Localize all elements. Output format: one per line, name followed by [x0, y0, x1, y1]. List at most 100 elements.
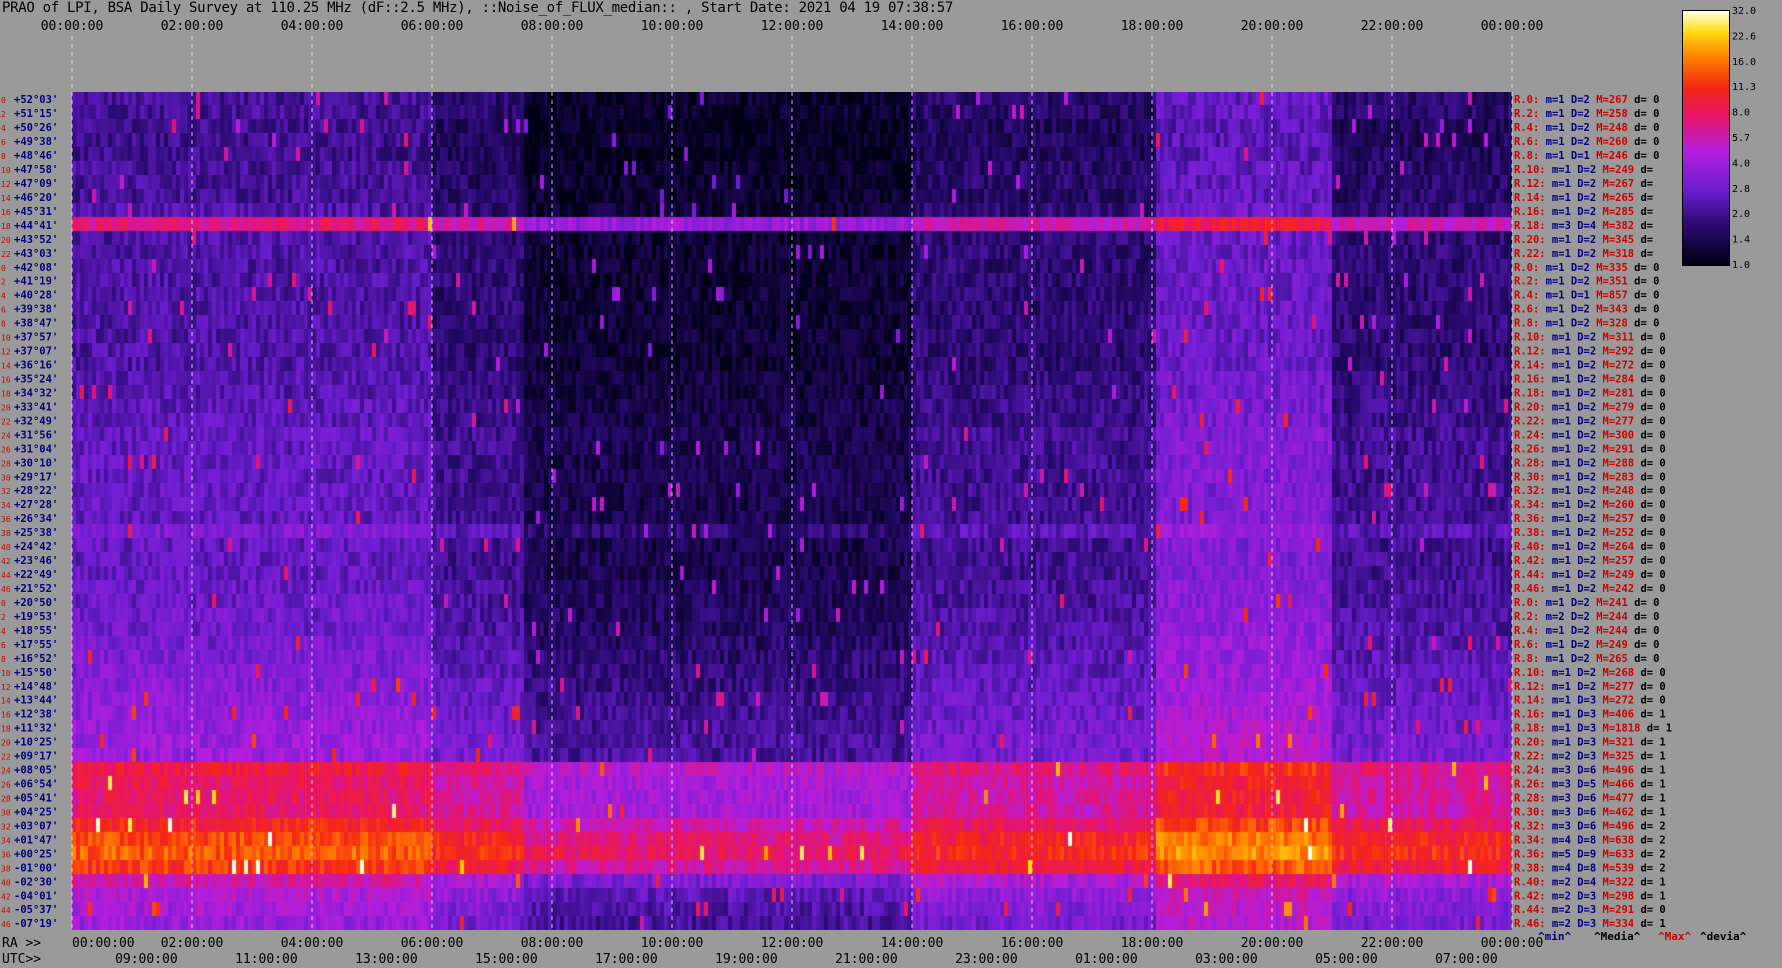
row-index-label: 36: [1, 850, 11, 859]
row-index-label: 8: [1, 655, 6, 664]
row-stat-label: R.22: m=1 D=2 M=318 d=: [1514, 248, 1653, 260]
row-index-label: 10: [1, 334, 11, 343]
row-index-label: 12: [1, 180, 11, 189]
declination-label: +04°25': [14, 806, 58, 818]
declination-label: +44°41': [14, 220, 58, 232]
bottom-utc-tick-label: 19:00:00: [715, 952, 778, 967]
colorbar-tick-label: 1.4: [1732, 235, 1750, 246]
row-index-label: 20: [1, 236, 11, 245]
declination-label: +42°08': [14, 262, 58, 274]
declination-label: +47°09': [14, 178, 58, 190]
heatmap-canvas: [72, 92, 1512, 930]
declination-label: +01°47': [14, 834, 58, 846]
declination-label: +16°52': [14, 653, 58, 665]
declination-label: +36°16': [14, 360, 58, 372]
bottom-ra-tick-label: 02:00:00: [161, 936, 224, 951]
row-index-label: 32: [1, 822, 11, 831]
colorbar-tick-label: 32.0: [1732, 6, 1756, 17]
row-index-label: 18: [1, 389, 11, 398]
top-axis-tick-label: 00:00:00: [41, 19, 104, 34]
declination-label: +31°04': [14, 443, 58, 455]
row-stat-label: R.12: m=1 D=2 M=267 d=: [1514, 178, 1653, 190]
row-stat-label: R.34: m=1 D=2 M=260 d= 0: [1514, 499, 1666, 511]
row-index-label: 44: [1, 571, 11, 580]
heatmap-plot-area[interactable]: [72, 92, 1512, 930]
row-stat-label: R.14: m=1 D=3 M=272 d= 0: [1514, 695, 1666, 707]
declination-label: +28°22': [14, 485, 58, 497]
declination-label: +51°15': [14, 108, 58, 120]
row-index-label: 42: [1, 892, 11, 901]
declination-label: +24°42': [14, 541, 58, 553]
bottom-ra-tick-label: 14:00:00: [881, 936, 944, 951]
row-stat-label: R.34: m=4 D=8 M=638 d= 2: [1514, 834, 1666, 846]
row-index-label: 44: [1, 906, 11, 915]
bottom-utc-tick-label: 17:00:00: [595, 952, 658, 967]
bottom-ra-tick-label: 10:00:00: [641, 936, 704, 951]
row-stat-label: R.26: m=3 D=5 M=466 d= 1: [1514, 779, 1666, 791]
declination-label: +21°52': [14, 583, 58, 595]
declination-label: +13°44': [14, 695, 58, 707]
declination-label: +26°34': [14, 513, 58, 525]
declination-label: +23°46': [14, 555, 58, 567]
declination-label: +05°41': [14, 793, 58, 805]
declination-label: -01°00': [14, 862, 58, 874]
row-index-label: 26: [1, 445, 11, 454]
top-axis-tick-label: 06:00:00: [401, 19, 464, 34]
row-index-label: 6: [1, 306, 6, 315]
row-index-label: 0: [1, 264, 6, 273]
row-index-label: 16: [1, 711, 11, 720]
row-index-label: 18: [1, 222, 11, 231]
row-stat-label: R.8: m=1 D=1 M=246 d= 0: [1514, 150, 1659, 162]
top-axis-tick-label: 08:00:00: [521, 19, 584, 34]
declination-label: +52°03': [14, 94, 58, 106]
bottom-ra-tick-label: 00:00:00: [72, 936, 135, 951]
row-stat-label: R.20: m=1 D=3 M=321 d= 1: [1514, 737, 1666, 749]
row-index-label: 6: [1, 138, 6, 147]
colorbar: [1682, 10, 1730, 266]
row-stat-label: R.32: m=1 D=2 M=248 d= 0: [1514, 485, 1666, 497]
row-stat-label: R.10: m=1 D=2 M=311 d= 0: [1514, 332, 1666, 344]
row-stat-label: R.46: m=2 D=3 M=334 d= 1: [1514, 918, 1666, 930]
bottom-utc-tick-label: 05:00:00: [1315, 952, 1378, 967]
row-index-label: 10: [1, 669, 11, 678]
row-index-label: 6: [1, 641, 6, 650]
declination-label: +15°50': [14, 667, 58, 679]
top-axis-tick-label: 12:00:00: [761, 19, 824, 34]
row-stat-label: R.46: m=1 D=2 M=242 d= 0: [1514, 583, 1666, 595]
declination-label: +03°07': [14, 820, 58, 832]
row-stat-label: R.14: m=1 D=2 M=265 d=: [1514, 192, 1653, 204]
declination-label: +37°07': [14, 346, 58, 358]
row-stat-label: R.20: m=1 D=2 M=279 d= 0: [1514, 401, 1666, 413]
bottom-ra-prefix: RA >>: [2, 936, 41, 951]
declination-label: +30°10': [14, 457, 58, 469]
chart-title: PRAO of LPI, BSA Daily Survey at 110.25 …: [2, 0, 954, 16]
row-stat-label: R.16: m=1 D=2 M=285 d=: [1514, 206, 1653, 218]
row-stat-label: R.24: m=3 D=6 M=496 d= 1: [1514, 765, 1666, 777]
declination-label: +12°38': [14, 709, 58, 721]
row-index-label: 0: [1, 599, 6, 608]
bottom-ra-tick-label: 20:00:00: [1241, 936, 1304, 951]
declination-label: +41°19': [14, 276, 58, 288]
row-stat-label: R.16: m=1 D=3 M=406 d= 1: [1514, 709, 1666, 721]
colorbar-tick-label: 16.0: [1732, 57, 1756, 68]
row-stat-label: R.4: m=1 D=1 M=857 d= 0: [1514, 290, 1659, 302]
row-index-label: 2: [1, 278, 6, 287]
row-index-label: 2: [1, 613, 6, 622]
row-stat-label: R.6: m=1 D=2 M=343 d= 0: [1514, 304, 1659, 316]
bottom-utc-tick-label: 13:00:00: [355, 952, 418, 967]
row-stat-label: R.22: m=1 D=2 M=277 d= 0: [1514, 415, 1666, 427]
declination-label: +45°31': [14, 206, 58, 218]
bottom-ra-tick-label: 18:00:00: [1121, 936, 1184, 951]
row-index-label: 34: [1, 836, 11, 845]
declination-label: +31°56': [14, 429, 58, 441]
row-stat-label: R.30: m=3 D=6 M=462 d= 1: [1514, 806, 1666, 818]
top-axis-tick-label: 20:00:00: [1241, 19, 1304, 34]
colorbar-tick-label: 2.8: [1732, 184, 1750, 195]
row-index-label: 38: [1, 529, 11, 538]
row-stat-label: R.22: m=2 D=3 M=325 d= 1: [1514, 751, 1666, 763]
bottom-utc-tick-label: 03:00:00: [1195, 952, 1258, 967]
row-index-label: 12: [1, 348, 11, 357]
top-axis-tick-label: 18:00:00: [1121, 19, 1184, 34]
declination-label: +22°49': [14, 569, 58, 581]
declination-label: +14°48': [14, 681, 58, 693]
